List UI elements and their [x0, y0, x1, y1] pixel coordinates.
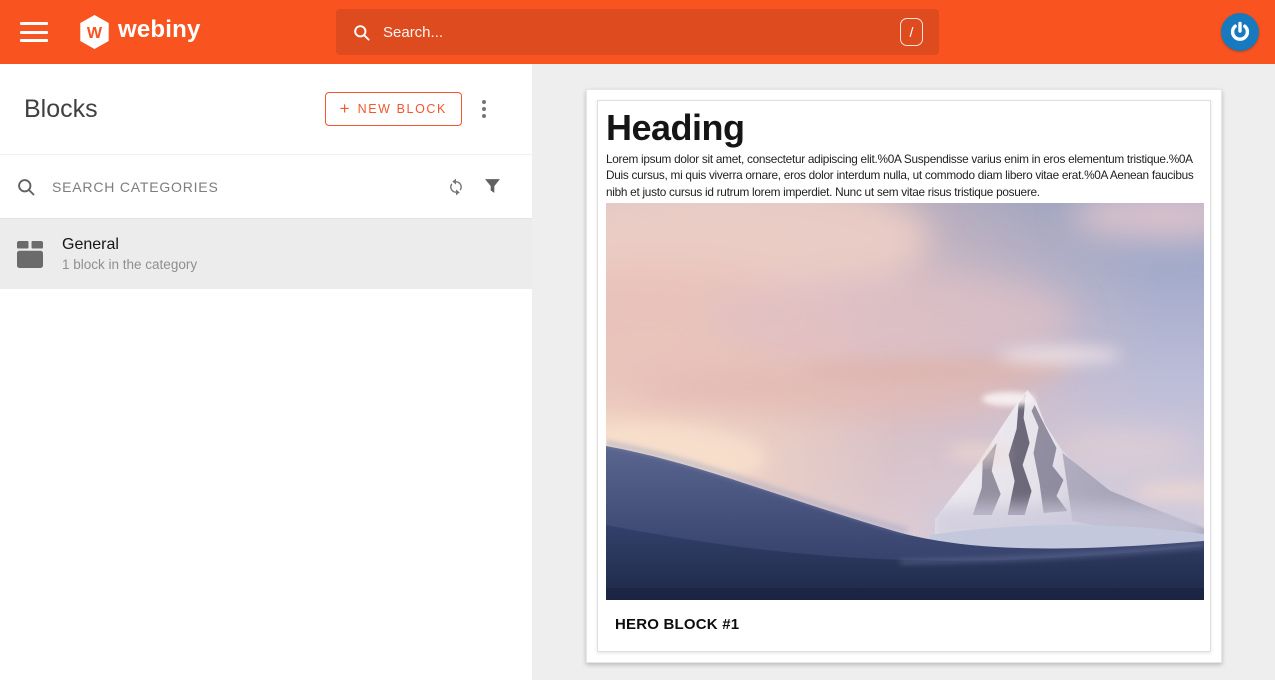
slash-shortcut-badge: / — [900, 18, 923, 46]
brand-wordmark: webiny — [118, 16, 201, 48]
blocks-content-panel: Heading Lorem ipsum dolor sit amet, cons… — [532, 64, 1275, 680]
power-icon — [1228, 20, 1252, 44]
global-search: / — [336, 9, 939, 55]
category-search-input[interactable] — [52, 179, 442, 195]
category-description: 1 block in the category — [62, 257, 197, 272]
new-block-button-label: NEW BLOCK — [358, 102, 447, 116]
category-blocks-icon — [16, 241, 44, 268]
more-options-icon[interactable] — [476, 94, 492, 124]
block-name-label: HERO BLOCK #1 — [615, 616, 1202, 633]
sidebar-header: Blocks + NEW BLOCK — [0, 64, 532, 155]
plus-icon: + — [340, 99, 350, 120]
user-avatar[interactable] — [1221, 13, 1259, 51]
hero-mountain-image — [606, 203, 1204, 600]
category-list: General 1 block in the category — [0, 219, 532, 289]
menu-icon[interactable] — [20, 22, 48, 42]
filter-icon[interactable] — [480, 174, 505, 199]
webiny-logo[interactable]: W webiny — [78, 14, 201, 50]
category-name: General — [62, 236, 197, 254]
search-icon — [352, 23, 371, 42]
blocks-sidebar: Blocks + NEW BLOCK — [0, 64, 532, 680]
mountain-scene-illustration — [606, 203, 1204, 600]
svg-text:W: W — [87, 24, 103, 42]
top-app-bar: W webiny / — [0, 0, 1275, 64]
category-item-general[interactable]: General 1 block in the category — [0, 219, 532, 289]
page-title: Blocks — [24, 95, 325, 124]
block-preview-heading: Heading — [606, 109, 1202, 148]
block-preview-paragraph: Lorem ipsum dolor sit amet, consectetur … — [606, 151, 1202, 200]
block-preview: Heading Lorem ipsum dolor sit amet, cons… — [597, 100, 1211, 652]
webiny-hexagon-icon: W — [78, 14, 111, 50]
category-search-bar — [0, 155, 532, 219]
block-card[interactable]: Heading Lorem ipsum dolor sit amet, cons… — [586, 89, 1222, 663]
new-block-button[interactable]: + NEW BLOCK — [325, 92, 462, 126]
refresh-icon[interactable] — [442, 173, 470, 201]
global-search-input[interactable] — [383, 24, 900, 41]
search-icon — [12, 173, 40, 201]
